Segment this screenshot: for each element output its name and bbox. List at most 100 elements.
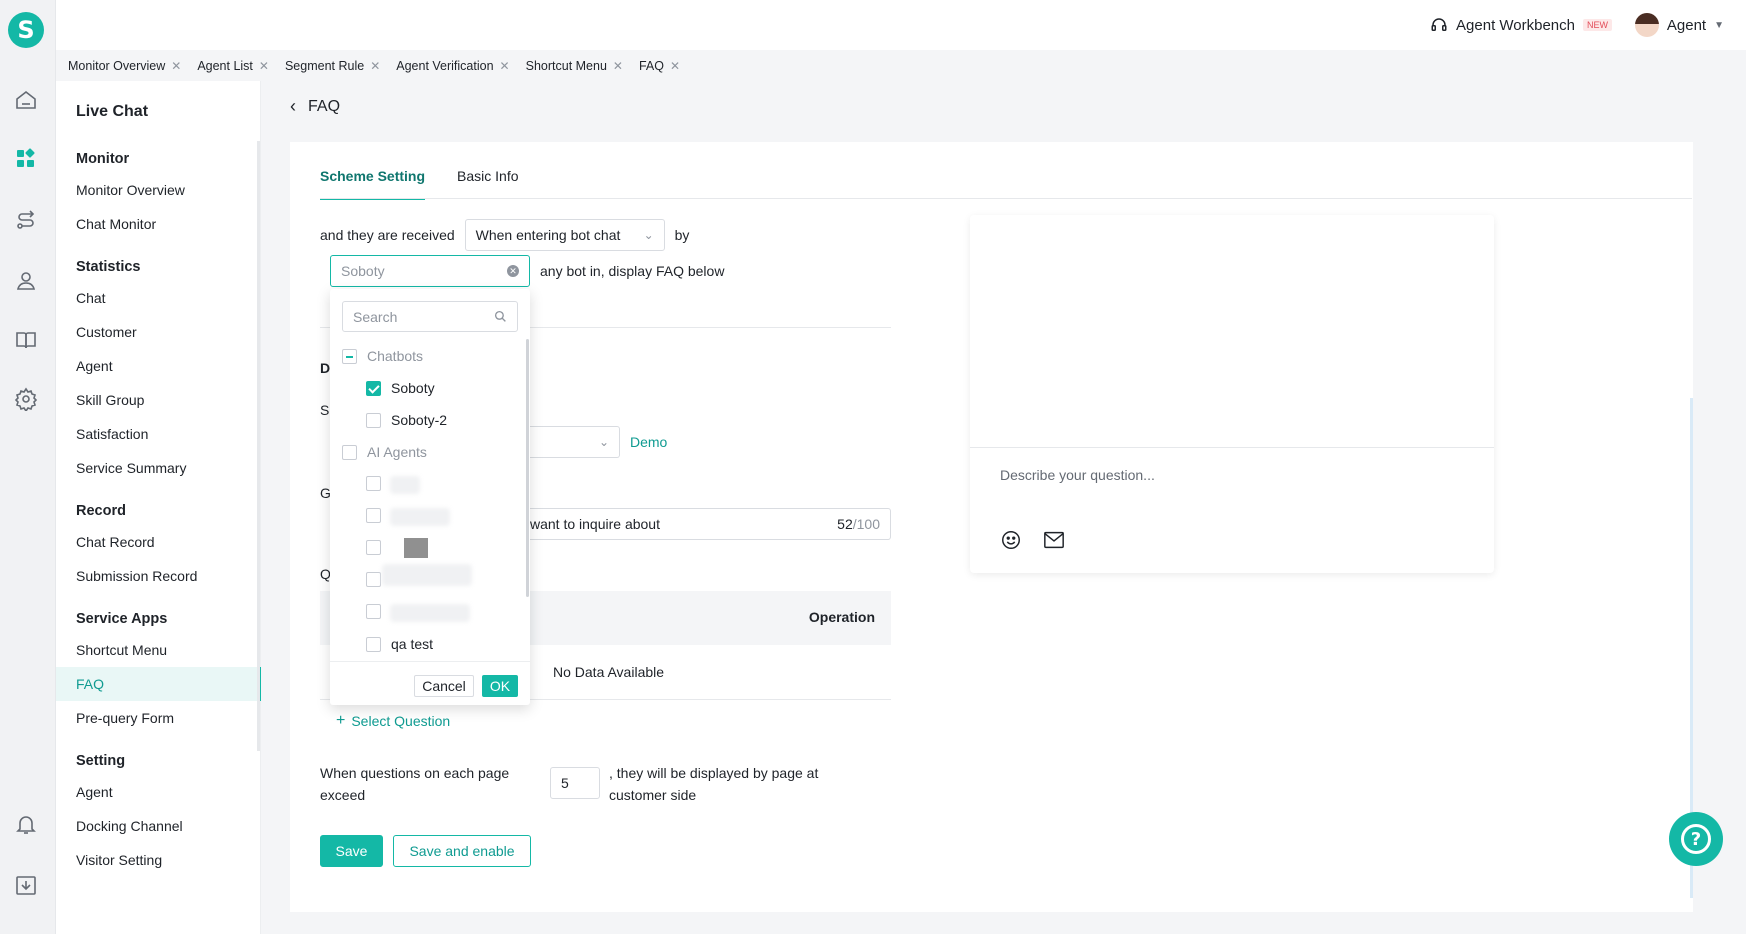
close-icon[interactable]: ✕: [500, 59, 510, 73]
sidebar-item[interactable]: FAQ: [56, 667, 261, 701]
routing-icon[interactable]: [14, 208, 38, 232]
option-qa-test-checkbox[interactable]: [366, 636, 381, 652]
sidebar-item[interactable]: Pre-query Form: [56, 701, 261, 735]
page-size-input[interactable]: 5: [550, 767, 600, 799]
checkbox[interactable]: [366, 476, 381, 491]
sidebar-item[interactable]: Customer: [56, 315, 261, 349]
mail-icon[interactable]: [1042, 529, 1066, 551]
new-badge: NEW: [1583, 19, 1612, 31]
sidebar-item[interactable]: Monitor Overview: [56, 173, 261, 207]
received-select[interactable]: When entering bot chat ⌄: [464, 219, 665, 251]
option-redacted[interactable]: [366, 604, 381, 619]
option-redacted[interactable]: [366, 572, 381, 587]
sidebar-item[interactable]: Chat Monitor: [56, 207, 261, 241]
sidebar-item[interactable]: Satisfaction: [56, 417, 261, 451]
tab-item[interactable]: Shortcut Menu ✕: [526, 59, 623, 73]
checkbox[interactable]: [366, 604, 381, 619]
download-icon[interactable]: [14, 873, 38, 897]
app-logo[interactable]: S: [8, 12, 44, 48]
sidebar-item[interactable]: Agent: [56, 775, 261, 809]
tab-item[interactable]: Monitor Overview ✕: [68, 59, 181, 73]
dropdown-scrollbar[interactable]: [526, 339, 529, 597]
option-redacted[interactable]: [366, 508, 381, 523]
option-soboty[interactable]: Soboty: [366, 380, 435, 396]
checkbox[interactable]: [366, 572, 381, 587]
option-soboty-2-label: Soboty-2: [391, 412, 448, 428]
bell-icon[interactable]: [14, 812, 38, 836]
back-icon[interactable]: ‹: [290, 96, 296, 117]
search-placeholder: Search: [353, 308, 398, 325]
ok-button[interactable]: OK: [482, 675, 518, 697]
demo-link[interactable]: Demo: [630, 434, 667, 450]
option-qa-test[interactable]: qa test: [366, 636, 433, 652]
bot-suffix: any bot in, display FAQ below: [540, 263, 725, 279]
user-menu[interactable]: Agent ▼: [1634, 13, 1724, 37]
checkbox[interactable]: [366, 508, 381, 523]
bot-dropdown: Search Chatbots Soboty Soboty-2 AI Agent…: [330, 289, 530, 705]
tab-scheme-setting[interactable]: Scheme Setting: [320, 168, 426, 200]
open-tabs: Monitor Overview ✕ Agent List ✕ Segment Rule…: [56, 50, 1746, 81]
group-chatbots[interactable]: Chatbots: [342, 348, 423, 364]
option-qa-test-label: qa test: [391, 636, 434, 652]
save-button[interactable]: Save: [320, 835, 383, 867]
close-icon[interactable]: ✕: [670, 59, 680, 73]
group-chatbots-checkbox[interactable]: [342, 348, 357, 364]
agent-workbench-link[interactable]: Agent Workbench NEW: [1430, 16, 1612, 34]
tab-item[interactable]: Segment Rule ✕: [285, 59, 380, 73]
page-title: FAQ: [308, 97, 341, 115]
option-soboty-2-checkbox[interactable]: [366, 412, 381, 428]
sidebar-item[interactable]: Chat Record: [56, 525, 261, 559]
dropdown-search-input[interactable]: Search: [342, 301, 518, 332]
group-ai-agents-checkbox[interactable]: [342, 444, 357, 460]
settings-icon[interactable]: [14, 387, 38, 411]
checkbox[interactable]: [366, 540, 381, 555]
group-ai-agents[interactable]: AI Agents: [342, 444, 427, 460]
sidebar-item[interactable]: Submission Record: [56, 559, 261, 593]
book-icon[interactable]: [14, 328, 38, 352]
save-enable-button[interactable]: Save and enable: [393, 835, 531, 867]
tab-item[interactable]: FAQ ✕: [639, 59, 680, 73]
by-label: by: [674, 227, 690, 243]
search-icon: [494, 310, 506, 322]
tab-item[interactable]: Agent Verification ✕: [396, 59, 509, 73]
greeting-input[interactable]: want to inquire about 52/100: [520, 508, 891, 540]
apps-icon[interactable]: [14, 147, 38, 171]
sidebar-item[interactable]: Chat: [56, 281, 261, 315]
tab-label: Agent Verification: [396, 58, 494, 73]
sidebar-item[interactable]: Shortcut Menu: [56, 633, 261, 667]
plus-icon: +: [336, 712, 346, 729]
select-question-button[interactable]: + Select Question: [336, 712, 450, 730]
sidebar-item[interactable]: Visitor Setting: [56, 843, 261, 877]
greeting-text: want to inquire about: [530, 516, 660, 532]
sidebar-scrollbar[interactable]: [257, 141, 260, 751]
option-soboty-checkbox[interactable]: [366, 380, 381, 396]
option-redacted[interactable]: [366, 476, 381, 491]
tab-item[interactable]: Agent List ✕: [197, 59, 269, 73]
cancel-button[interactable]: Cancel: [414, 675, 474, 697]
close-icon[interactable]: ✕: [171, 59, 181, 73]
sidebar-item[interactable]: Agent: [56, 349, 261, 383]
style-select[interactable]: ⌄: [520, 426, 620, 458]
page-label: When questions on each page exceed: [320, 765, 510, 803]
user-icon[interactable]: [14, 268, 38, 292]
bot-select[interactable]: Soboty ✕: [330, 255, 530, 287]
tab-basic-info[interactable]: Basic Info: [457, 168, 518, 200]
nav-section-title: Statistics: [76, 259, 141, 275]
sidebar-item[interactable]: Service Summary: [56, 451, 261, 485]
chevron-down-icon: ⌄: [643, 228, 654, 242]
sidebar-item[interactable]: Docking Channel: [56, 809, 261, 843]
help-button[interactable]: ?: [1669, 812, 1723, 866]
nav-section-title: Monitor: [76, 151, 130, 167]
option-redacted[interactable]: [366, 540, 381, 555]
option-soboty-2[interactable]: Soboty-2: [366, 412, 447, 428]
emoji-icon[interactable]: [1000, 529, 1022, 551]
content-tabs: Scheme Setting Basic Info: [320, 168, 519, 200]
clear-icon[interactable]: ✕: [507, 265, 519, 277]
home-icon[interactable]: [14, 88, 38, 112]
sidebar-item[interactable]: Skill Group: [56, 383, 261, 417]
close-icon[interactable]: ✕: [259, 59, 269, 73]
close-icon[interactable]: ✕: [370, 59, 380, 73]
question-input[interactable]: Describe your question...: [1000, 467, 1155, 483]
redacted-label: [390, 508, 450, 526]
close-icon[interactable]: ✕: [613, 59, 623, 73]
